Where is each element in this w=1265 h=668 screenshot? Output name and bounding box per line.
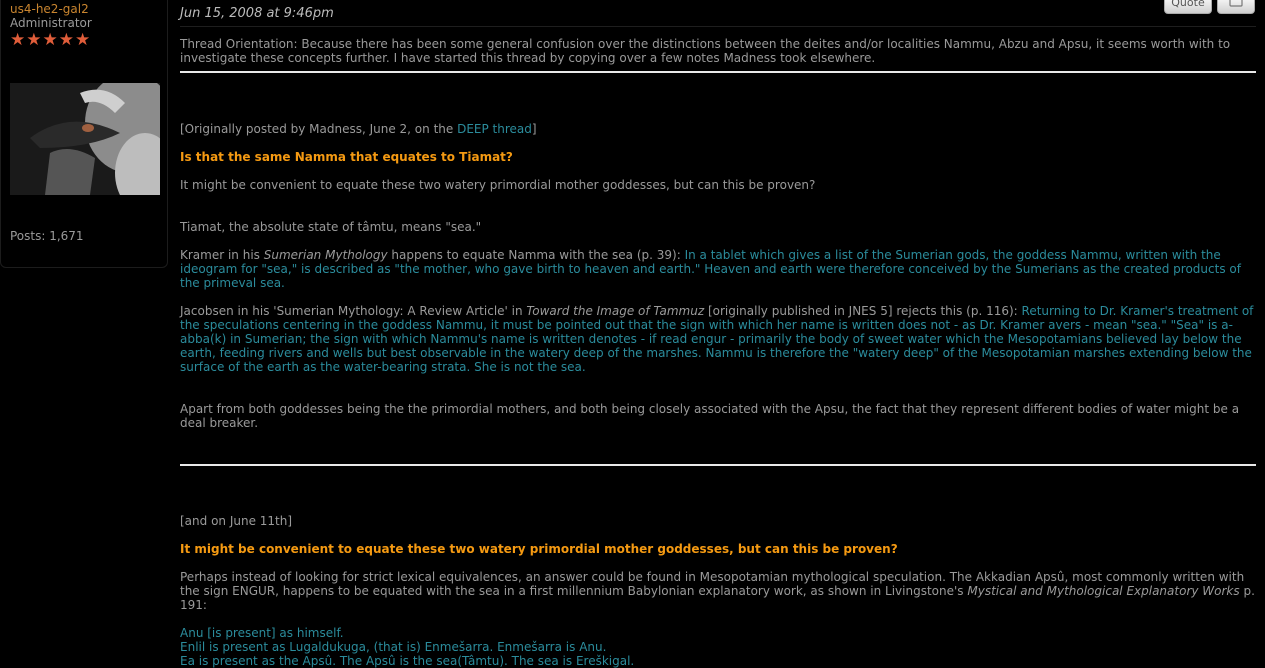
kramer-text: Kramer in his <box>180 248 264 262</box>
multi-quote-icon <box>1229 0 1243 7</box>
jacobsen-text-2: [originally published in JNES 5] rejects… <box>704 304 1022 318</box>
tiamat-paragraph: Tiamat, the absolute state of tâmtu, mea… <box>180 220 482 234</box>
post-date: Jun 15, 2008 at 9:46pm <box>180 6 334 21</box>
question-heading: Is that the same Namma that equates to T… <box>180 150 513 164</box>
avatar-photo-icon <box>10 83 160 195</box>
user-profile-card: us4-he2-gal2 Administrator ★★★★★ Posts: … <box>0 0 168 268</box>
kramer-paragraph: Kramer in his Sumerian Mythology happens… <box>180 248 1256 290</box>
username-link[interactable]: us4-he2-gal2 <box>10 2 89 16</box>
section-divider-2 <box>180 464 1256 466</box>
perhaps-paragraph: Perhaps instead of looking for strict le… <box>180 570 1256 612</box>
convenient-paragraph: It might be convenient to equate these t… <box>180 178 816 192</box>
date-divider <box>180 26 1256 27</box>
rank-stars: ★★★★★ <box>10 30 92 50</box>
kramer-book-title: Sumerian Mythology <box>263 248 388 262</box>
user-avatar[interactable] <box>10 83 160 195</box>
thread-intro: Thread Orientation: Because there has be… <box>180 37 1231 65</box>
orig-posted-note: [Originally posted by Madness, June 2, o… <box>180 122 1256 136</box>
quote-button[interactable]: Quote <box>1164 0 1212 14</box>
livingstone-title: Mystical and Mythological Explanatory Wo… <box>967 584 1240 598</box>
sidebar: us4-he2-gal2 Administrator ★★★★★ Posts: … <box>0 0 170 665</box>
jacobsen-paragraph: Jacobsen in his 'Sumerian Mythology: A R… <box>180 304 1256 374</box>
multi-quote-button[interactable] <box>1217 0 1255 14</box>
june11-note: [and on June 11th] <box>180 514 293 528</box>
orig-prefix: [Originally posted by Madness, June 2, o… <box>180 122 458 136</box>
post-count: Posts: 1,671 <box>10 229 84 243</box>
apart-paragraph: Apart from both goddesses being the the … <box>180 402 1240 430</box>
orig-suffix: ] <box>531 122 537 136</box>
jacobsen-text: Jacobsen in his 'Sumerian Mythology: A R… <box>180 304 527 318</box>
question-heading-2: It might be convenient to equate these t… <box>180 542 898 556</box>
deep-thread-link[interactable]: DEEP thread <box>457 122 532 136</box>
section-divider <box>180 71 1256 73</box>
quote-line-enlil: Enlil is present as Lugaldukuga, (that i… <box>180 640 607 654</box>
jacobsen-book-title: Toward the Image of Tammuz <box>526 304 705 318</box>
quote-line-ea: Ea is present as the Apsû. The Apsû is t… <box>180 654 635 668</box>
quote-line-anu: Anu [is present] as himself. <box>180 626 344 640</box>
user-role: Administrator <box>10 16 92 30</box>
kramer-text-2: happens to equate Namma with the sea (p.… <box>387 248 685 262</box>
